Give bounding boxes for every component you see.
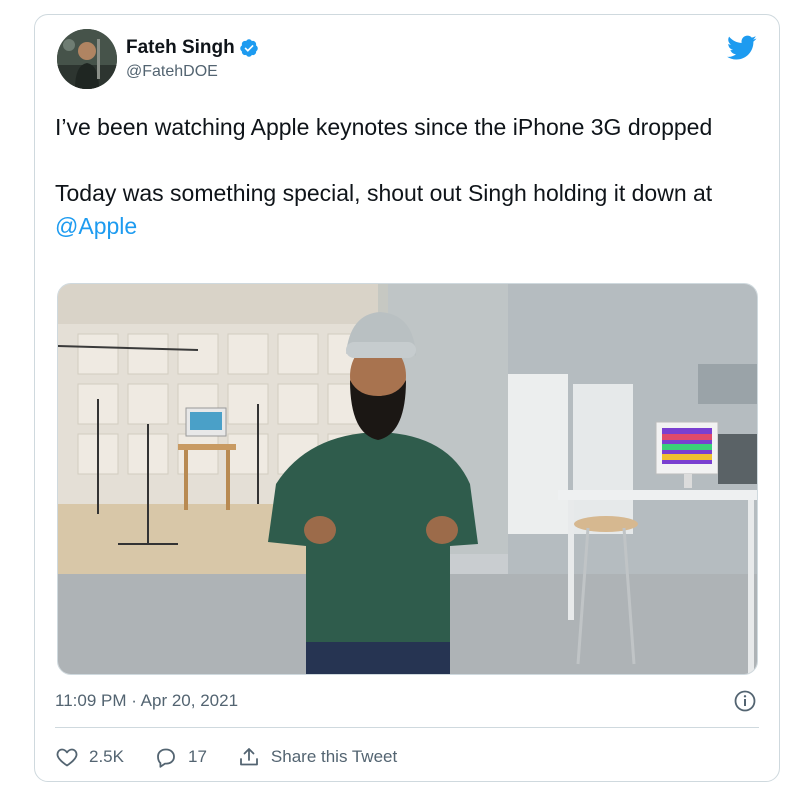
tweet-paragraph-2: Today was something special, shout out S… xyxy=(55,180,713,206)
reply-button[interactable]: 17 xyxy=(154,745,207,769)
like-count: 2.5K xyxy=(89,747,124,766)
author-handle[interactable]: @FatehDOE xyxy=(126,63,218,81)
twitter-bird-icon[interactable] xyxy=(727,35,757,61)
mention-link[interactable]: @Apple xyxy=(55,213,137,239)
tweet-media-photo[interactable] xyxy=(57,283,758,675)
reply-icon xyxy=(157,748,175,768)
info-icon[interactable] xyxy=(733,689,757,713)
divider xyxy=(55,727,759,728)
verified-badge-icon xyxy=(239,39,258,57)
heart-icon xyxy=(56,748,78,767)
share-button[interactable]: Share this Tweet xyxy=(237,745,397,769)
share-icon xyxy=(240,748,258,766)
like-button[interactable]: 2.5K xyxy=(55,745,124,769)
tweet-timestamp[interactable]: 11:09 PM · Apr 20, 2021 xyxy=(55,691,238,711)
tweet-paragraph-1: I’ve been watching Apple keynotes since … xyxy=(55,114,713,140)
action-bar: 2.5K 17 Share this Tweet xyxy=(55,745,427,769)
reply-count: 17 xyxy=(187,747,207,766)
tweet-card[interactable]: Fateh Singh @FatehDOE I’ve been watching… xyxy=(34,14,780,782)
avatar[interactable] xyxy=(57,29,117,89)
author-name[interactable]: Fateh Singh xyxy=(126,37,235,59)
share-label: Share this Tweet xyxy=(270,747,398,766)
tweet-text: I’ve been watching Apple keynotes since … xyxy=(55,111,755,243)
